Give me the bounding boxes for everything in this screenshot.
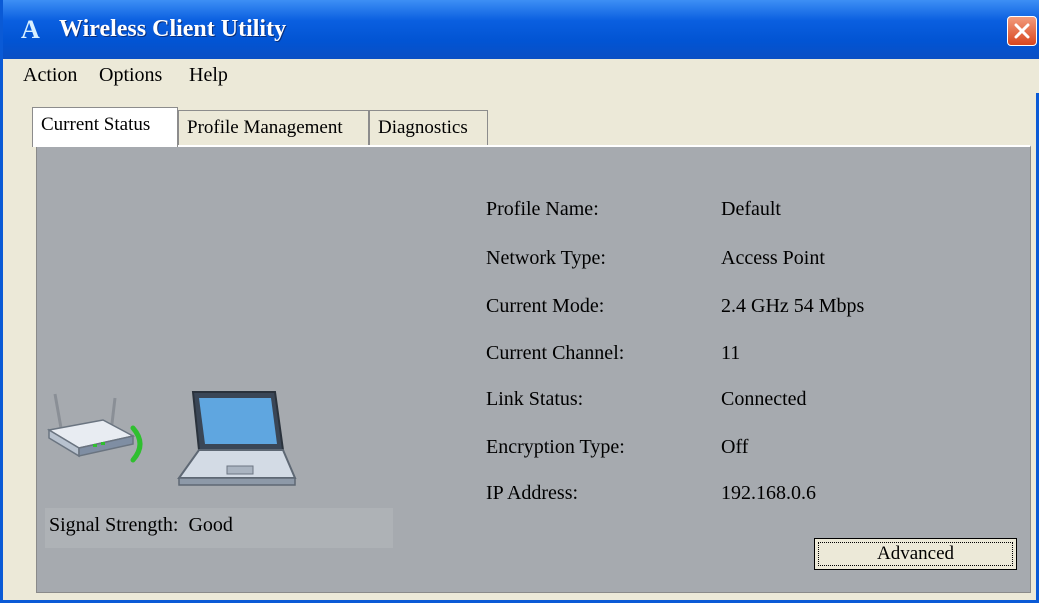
encryption-type-label: Encryption Type: bbox=[486, 436, 625, 458]
close-button[interactable] bbox=[1007, 16, 1037, 46]
profile-name-label: Profile Name: bbox=[486, 198, 599, 220]
link-status-label: Link Status: bbox=[486, 388, 584, 410]
network-type-value: Access Point bbox=[721, 247, 825, 269]
ip-address-label: IP Address: bbox=[486, 482, 579, 504]
signal-strength-value: Good bbox=[188, 514, 233, 536]
profile-name-value: Default bbox=[721, 198, 781, 220]
close-x-icon bbox=[1014, 23, 1030, 39]
laptop-icon bbox=[177, 391, 297, 486]
current-channel-value: 11 bbox=[721, 342, 741, 364]
title-bar[interactable]: A Wireless Client Utility bbox=[3, 0, 1039, 59]
network-type-label: Network Type: bbox=[486, 247, 606, 269]
menu-action[interactable]: Action bbox=[23, 64, 77, 87]
link-status-value: Connected bbox=[721, 388, 807, 410]
advanced-button-label: Advanced bbox=[818, 542, 1013, 566]
menu-options[interactable]: Options bbox=[99, 64, 162, 87]
tab-diagnostics[interactable]: Diagnostics bbox=[369, 110, 488, 145]
ip-address-value: 192.168.0.6 bbox=[721, 482, 816, 504]
menu-help[interactable]: Help bbox=[189, 64, 228, 87]
encryption-type-value: Off bbox=[721, 436, 749, 458]
advanced-button[interactable]: Advanced bbox=[814, 538, 1017, 570]
window-title: Wireless Client Utility bbox=[59, 16, 287, 42]
current-channel-label: Current Channel: bbox=[486, 342, 625, 364]
app-logo-icon: A bbox=[21, 15, 40, 44]
tab-profile-management[interactable]: Profile Management bbox=[178, 110, 369, 145]
current-mode-value: 2.4 GHz 54 Mbps bbox=[721, 295, 865, 317]
tab-current-status[interactable]: Current Status bbox=[32, 107, 178, 147]
signal-wave-icon bbox=[130, 425, 143, 463]
signal-strength-label: Signal Strength: Good bbox=[49, 514, 233, 536]
current-mode-label: Current Mode: bbox=[486, 295, 605, 317]
app-window: A Wireless Client Utility Action Options… bbox=[0, 0, 1039, 603]
